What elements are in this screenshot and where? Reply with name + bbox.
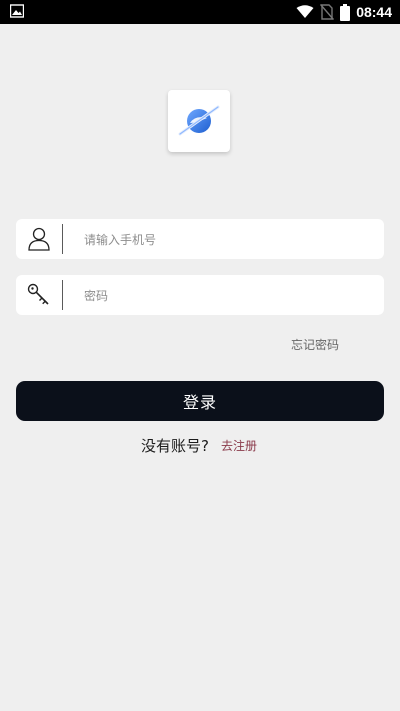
user-icon — [28, 227, 50, 251]
image-icon — [10, 4, 24, 18]
field-divider — [62, 280, 63, 310]
phone-field[interactable] — [16, 219, 384, 259]
no-sim-icon — [320, 4, 335, 20]
status-icons: 08:44 — [296, 3, 392, 21]
phone-input[interactable] — [82, 227, 376, 253]
app-logo — [168, 90, 230, 152]
planet-logo-icon — [178, 105, 220, 136]
login-button[interactable]: 登录 — [16, 381, 384, 421]
key-icon — [27, 283, 49, 305]
forgot-password-link[interactable]: 忘记密码 — [291, 336, 339, 353]
register-link[interactable]: 去注册 — [221, 437, 257, 454]
no-account-text: 没有账号? — [141, 437, 209, 455]
password-field[interactable] — [16, 275, 384, 315]
battery-icon — [340, 3, 351, 21]
status-time: 08:44 — [356, 4, 392, 20]
status-bar: 08:44 — [0, 0, 400, 24]
password-input[interactable] — [82, 283, 376, 309]
wifi-icon — [296, 5, 314, 18]
field-divider — [62, 224, 63, 254]
